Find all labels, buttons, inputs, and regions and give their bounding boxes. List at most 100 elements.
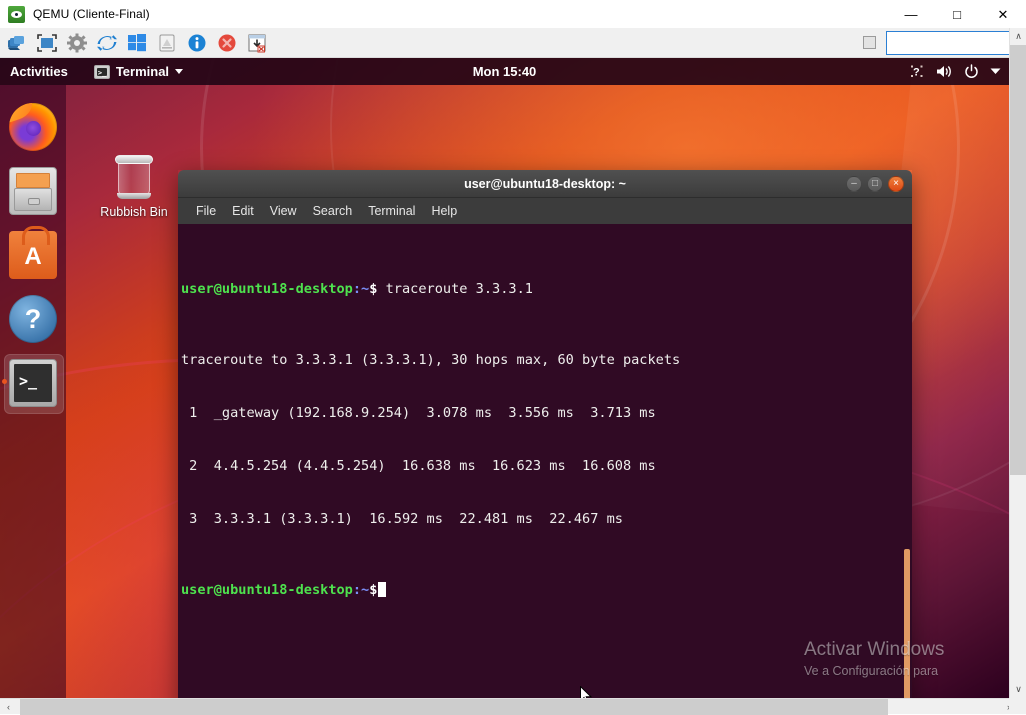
screenshot-icon[interactable]: [153, 31, 180, 55]
terminal-output-line: 1 _gateway (192.168.9.254) 3.078 ms 3.55…: [180, 405, 912, 423]
qemu-titlebar: QEMU (Cliente-Final) — □ ✕: [0, 0, 1026, 28]
terminal-icon: >_: [9, 359, 57, 407]
dock-item-files[interactable]: [0, 159, 66, 223]
scroll-left-button[interactable]: ‹: [0, 699, 17, 715]
help-icon: [9, 295, 57, 343]
app-menu-label: Terminal: [116, 64, 169, 79]
terminal-prompt-glyph: >_: [19, 374, 37, 389]
menu-item-search[interactable]: Search: [305, 198, 361, 224]
firefox-icon: [9, 103, 57, 151]
watermark-title: Activar Windows: [804, 638, 1004, 662]
terminal-window[interactable]: user@ubuntu18-desktop: ~ – □ × File Edit: [178, 170, 912, 698]
terminal-command-line: user@ubuntu18-desktop:~$ traceroute 3.3.…: [180, 281, 912, 299]
activities-label: Activities: [10, 64, 68, 79]
dock-item-software[interactable]: [0, 223, 66, 287]
horizontal-scroll-thumb[interactable]: [20, 699, 888, 715]
close-icon: ×: [893, 179, 899, 189]
chevron-down-icon[interactable]: [990, 67, 1001, 76]
qemu-toolbar-input[interactable]: [886, 31, 1016, 55]
refresh-icon[interactable]: [93, 31, 120, 55]
qemu-horizontal-scrollbar[interactable]: ‹ ›: [0, 698, 1026, 714]
cancel-icon[interactable]: [213, 31, 240, 55]
menu-item-view[interactable]: View: [262, 198, 305, 224]
desktop-icon-trash[interactable]: Rubbish Bin: [95, 148, 173, 220]
trash-icon-body: [118, 160, 150, 196]
terminal-menubar: File Edit View Search Terminal Help: [178, 198, 912, 224]
files-icon-handle: [28, 198, 40, 205]
chevron-left-icon: ‹: [7, 703, 10, 712]
gnome-top-bar: Activities Terminal Mon 15:40 ?: [0, 58, 1009, 85]
chevron-down-icon: ∨: [1015, 685, 1022, 694]
machine-icon[interactable]: [3, 31, 30, 55]
prompt-user-host: user@ubuntu18-desktop: [181, 582, 353, 598]
minimize-icon: –: [851, 179, 857, 189]
window-controls: — □ ✕: [888, 0, 1026, 28]
windows-icon[interactable]: [123, 31, 150, 55]
terminal-close-button[interactable]: ×: [888, 176, 904, 192]
terminal-maximize-button[interactable]: □: [867, 176, 883, 192]
trash-icon: [113, 152, 155, 200]
qemu-vertical-scrollbar[interactable]: ∧ ∨: [1009, 28, 1026, 698]
terminal-output-area[interactable]: user@ubuntu18-desktop:~$ traceroute 3.3.…: [178, 224, 912, 698]
ubuntu-dock: >_: [0, 85, 66, 698]
terminal-command: traceroute 3.3.3.1: [377, 281, 533, 297]
desktop-icon-label: Rubbish Bin: [95, 204, 173, 220]
terminal-window-controls: – □ ×: [846, 176, 912, 192]
qemu-icon: [8, 6, 25, 23]
terminal-output-line: 3 3.3.3.1 (3.3.3.1) 16.592 ms 22.481 ms …: [180, 511, 912, 529]
watermark-subtitle: Ve a Configuración para: [804, 662, 1004, 680]
terminal-output-line: traceroute to 3.3.3.1 (3.3.3.1), 30 hops…: [180, 352, 912, 370]
guest-vm-screen[interactable]: Activities Terminal Mon 15:40 ?: [0, 58, 1009, 698]
trash-icon-base: [117, 193, 151, 199]
prompt-path: :~: [353, 281, 369, 297]
close-icon: ✕: [998, 8, 1009, 21]
close-button[interactable]: ✕: [980, 0, 1026, 28]
prompt-path: :~: [353, 582, 369, 598]
terminal-active-prompt-line: user@ubuntu18-desktop:~$: [180, 582, 912, 600]
keyboard-input-icon[interactable]: ?: [910, 64, 925, 79]
ubuntu-software-icon: [9, 231, 57, 279]
menu-item-edit[interactable]: Edit: [224, 198, 262, 224]
menu-item-terminal[interactable]: Terminal: [360, 198, 423, 224]
trash-icon-lid: [115, 155, 153, 164]
qemu-window-title: QEMU (Cliente-Final): [33, 7, 150, 21]
minimize-button[interactable]: —: [888, 0, 934, 28]
files-icon: [9, 167, 57, 215]
terminal-minimize-button[interactable]: –: [846, 176, 862, 192]
terminal-output-line: 2 4.4.5.254 (4.4.5.254) 16.638 ms 16.623…: [180, 458, 912, 476]
activities-button[interactable]: Activities: [0, 58, 76, 85]
qemu-window: QEMU (Cliente-Final) — □ ✕: [0, 0, 1026, 714]
menu-item-file[interactable]: File: [188, 198, 224, 224]
chevron-up-icon: ∧: [1015, 32, 1022, 41]
save-state-icon[interactable]: [243, 31, 270, 55]
maximize-button[interactable]: □: [934, 0, 980, 28]
maximize-icon: □: [953, 8, 961, 21]
vertical-scroll-thumb[interactable]: [1010, 45, 1026, 475]
system-tray: ?: [910, 58, 1009, 85]
scroll-down-button[interactable]: ∨: [1010, 681, 1026, 698]
info-icon[interactable]: [183, 31, 210, 55]
dock-item-terminal[interactable]: >_: [0, 351, 66, 415]
terminal-titlebar[interactable]: user@ubuntu18-desktop: ~ – □ ×: [178, 170, 912, 198]
volume-icon[interactable]: [936, 64, 953, 79]
scroll-up-button[interactable]: ∧: [1010, 28, 1026, 45]
toolbar-status-box: [863, 36, 876, 49]
chevron-down-icon: [175, 69, 183, 74]
menu-item-help[interactable]: Help: [423, 198, 465, 224]
gear-icon[interactable]: [63, 31, 90, 55]
fullscreen-icon[interactable]: [33, 31, 60, 55]
app-menu-terminal[interactable]: Terminal: [86, 58, 191, 85]
scrollbar-corner: [1009, 698, 1026, 714]
maximize-icon: □: [872, 179, 878, 189]
prompt-user-host: user@ubuntu18-desktop: [181, 281, 353, 297]
terminal-cursor: [378, 582, 386, 597]
terminal-window-title: user@ubuntu18-desktop: ~: [178, 177, 912, 191]
prompt-symbol: $: [369, 582, 377, 598]
dock-item-help[interactable]: [0, 287, 66, 351]
windows-activation-watermark: Activar Windows Ve a Configuración para: [804, 638, 1004, 680]
qemu-toolbar: [0, 28, 1026, 58]
dock-item-firefox[interactable]: [0, 95, 66, 159]
power-icon[interactable]: [964, 64, 979, 79]
minimize-icon: —: [905, 8, 918, 21]
svg-text:?: ?: [913, 67, 920, 79]
